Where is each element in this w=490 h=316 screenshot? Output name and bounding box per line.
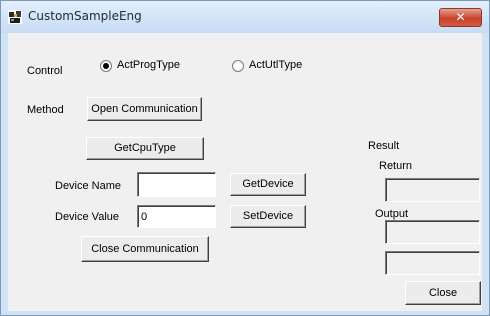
close-communication-button[interactable]: Close Communication <box>81 236 209 262</box>
get-device-button[interactable]: GetDevice <box>230 173 306 196</box>
output-field-2 <box>385 251 480 275</box>
app-window: CustomSampleEng ✕ Control ActProgType Ac… <box>0 0 490 316</box>
radio-actprogtype-label[interactable]: ActProgType <box>117 59 180 71</box>
return-field <box>385 178 480 202</box>
output-field-1 <box>385 220 480 244</box>
return-label: Return <box>379 160 413 172</box>
set-device-button[interactable]: SetDevice <box>230 205 306 228</box>
device-name-input[interactable] <box>137 172 216 197</box>
device-name-label: Device Name <box>55 180 122 192</box>
get-cpu-type-button[interactable]: GetCpuType <box>86 137 204 160</box>
window-title: CustomSampleEng <box>28 9 142 23</box>
radio-actutltype[interactable] <box>232 60 244 72</box>
radio-actprogtype[interactable] <box>100 60 112 72</box>
close-button[interactable]: Close <box>405 281 481 305</box>
device-value-input[interactable] <box>137 205 216 228</box>
client-area: Control ActProgType ActUtlType Method Op… <box>8 33 482 311</box>
result-label: Result <box>368 140 400 152</box>
device-value-label: Device Value <box>55 211 119 223</box>
window-close-button[interactable]: ✕ <box>439 8 482 27</box>
open-communication-button[interactable]: Open Communication <box>87 97 202 121</box>
title-bar[interactable]: CustomSampleEng ✕ <box>1 1 489 33</box>
radio-selected-dot <box>103 63 109 69</box>
app-icon <box>8 10 22 24</box>
method-label: Method <box>27 104 64 116</box>
output-label: Output <box>375 208 409 220</box>
radio-actutltype-label[interactable]: ActUtlType <box>249 59 302 71</box>
control-label: Control <box>27 65 63 77</box>
